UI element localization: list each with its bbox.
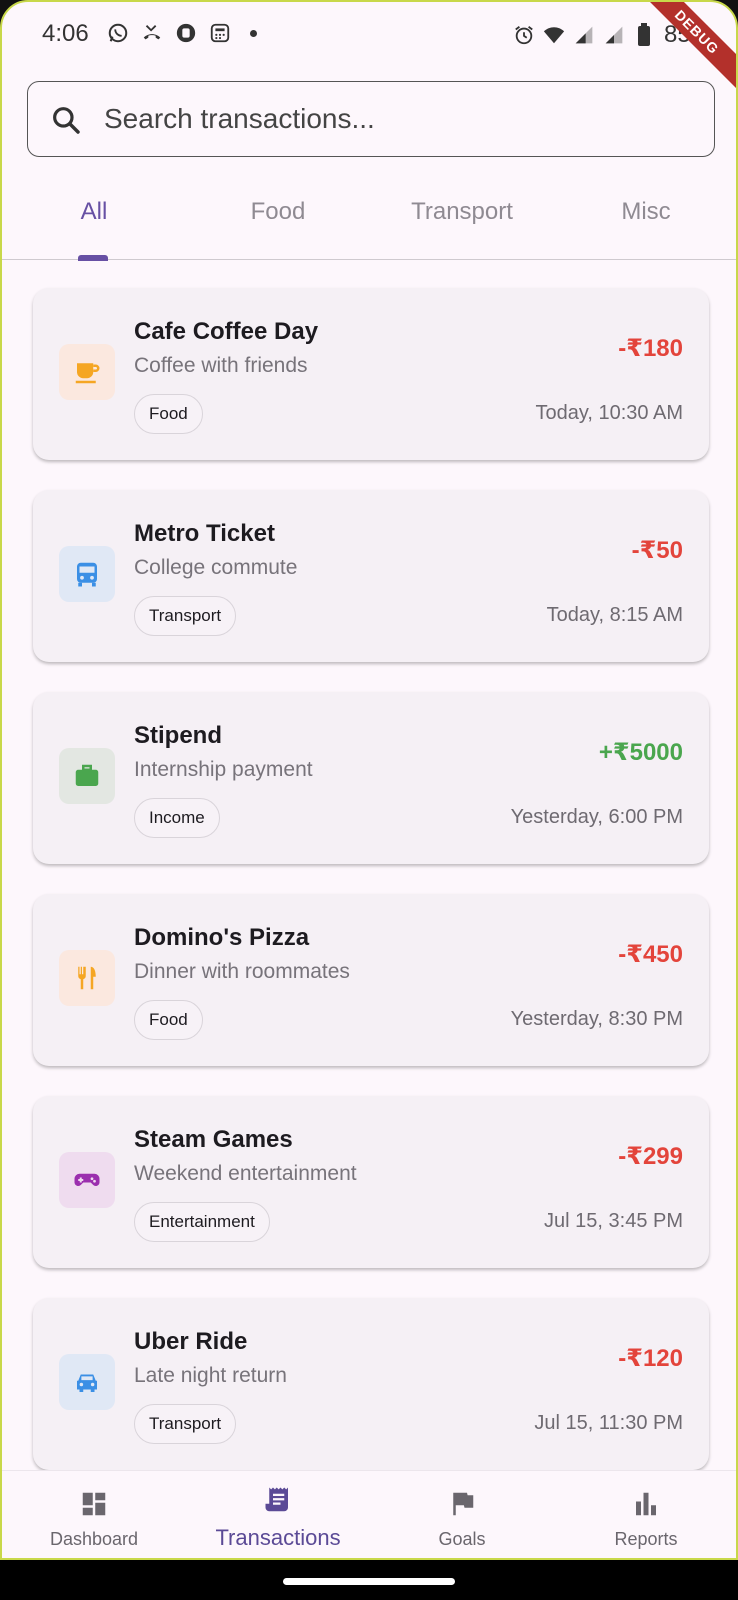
transaction-card-dominos-pizza[interactable]: Domino's Pizza Dinner with roommates Foo… — [33, 894, 709, 1066]
transaction-amount: -₹180 — [618, 335, 683, 362]
transaction-title: Stipend — [134, 722, 222, 749]
category-icon-box — [59, 1354, 115, 1410]
transaction-description: Coffee with friends — [134, 354, 308, 377]
calculator-icon — [208, 21, 232, 45]
tab-label: All — [80, 198, 108, 225]
nav-label: Reports — [614, 1529, 678, 1549]
wifi-icon — [542, 23, 566, 47]
transaction-card-stipend[interactable]: Stipend Internship payment Income +₹5000… — [33, 692, 709, 864]
category-icon-box — [59, 546, 115, 602]
category-chip: Income — [134, 798, 220, 838]
search-input[interactable] — [104, 96, 694, 142]
signal-icon — [572, 23, 596, 47]
transaction-card-steam-games[interactable]: Steam Games Weekend entertainment Entert… — [33, 1096, 709, 1268]
category-icon-box — [59, 1152, 115, 1208]
category-tabs: All Food Transport Misc — [2, 180, 736, 261]
transaction-time: Yesterday, 8:30 PM — [510, 1008, 683, 1030]
tab-transport[interactable]: Transport — [370, 180, 554, 260]
category-icon-box — [59, 950, 115, 1006]
bottom-navigation: Dashboard Transactions Goals Reports — [2, 1470, 736, 1558]
dashboard-icon — [82, 1492, 106, 1516]
transaction-description: Late night return — [134, 1364, 287, 1387]
category-chip: Food — [134, 1000, 203, 1040]
transaction-amount: -₹50 — [631, 537, 683, 564]
search-bar[interactable] — [27, 81, 715, 157]
transaction-card-metro-ticket[interactable]: Metro Ticket College commute Transport -… — [33, 490, 709, 662]
transaction-amount: -₹299 — [618, 1143, 683, 1170]
transaction-list[interactable]: Cafe Coffee Day Coffee with friends Food… — [2, 260, 736, 1470]
transaction-time: Jul 15, 3:45 PM — [544, 1210, 683, 1232]
category-chip: Transport — [134, 596, 237, 636]
receipt-icon — [265, 1487, 288, 1512]
transaction-description: Dinner with roommates — [134, 960, 350, 983]
flag-icon — [453, 1492, 474, 1516]
tab-food[interactable]: Food — [186, 180, 370, 260]
whatsapp-icon — [106, 21, 130, 45]
transaction-amount: -₹450 — [618, 941, 683, 968]
nav-goals[interactable]: Goals — [370, 1471, 554, 1558]
briefcase-icon — [75, 764, 99, 786]
nav-transactions[interactable]: Transactions — [186, 1471, 370, 1558]
category-icon-box — [59, 344, 115, 400]
transaction-card-cafe-coffee-day[interactable]: Cafe Coffee Day Coffee with friends Food… — [33, 288, 709, 460]
transaction-title: Uber Ride — [134, 1328, 248, 1355]
app-notification-icon — [174, 21, 198, 45]
more-notifications-dot — [250, 29, 257, 37]
tab-misc[interactable]: Misc — [554, 180, 736, 260]
tab-label: Misc — [621, 198, 671, 225]
transaction-title: Steam Games — [134, 1126, 293, 1153]
transaction-title: Cafe Coffee Day — [134, 318, 319, 345]
category-icon-box — [59, 748, 115, 804]
nav-label: Transactions — [215, 1525, 341, 1550]
transaction-title: Domino's Pizza — [134, 924, 310, 951]
nav-label: Dashboard — [49, 1529, 139, 1549]
transaction-card-uber-ride[interactable]: Uber Ride Late night return Transport -₹… — [33, 1298, 709, 1470]
status-bar: 4:06 DEBUG — [2, 2, 736, 94]
transaction-amount: +₹5000 — [598, 739, 683, 766]
transaction-time: Jul 15, 11:30 PM — [534, 1412, 683, 1434]
restaurant-icon — [78, 966, 96, 990]
transaction-title: Metro Ticket — [134, 520, 275, 547]
alarm-icon — [512, 23, 536, 47]
coffee-icon — [75, 363, 100, 384]
bar-chart-icon — [636, 1492, 656, 1516]
transaction-description: Internship payment — [134, 758, 313, 781]
tab-label: Transport — [411, 198, 513, 225]
category-chip: Entertainment — [134, 1202, 270, 1242]
battery-icon — [632, 23, 656, 47]
gamepad-icon — [74, 1173, 100, 1186]
car-icon — [77, 1374, 97, 1392]
status-time: 4:06 — [42, 20, 89, 47]
transaction-description: Weekend entertainment — [134, 1162, 357, 1185]
tab-all[interactable]: All — [2, 180, 186, 261]
home-indicator[interactable] — [283, 1578, 455, 1585]
category-chip: Transport — [134, 1404, 237, 1444]
nav-dashboard[interactable]: Dashboard — [2, 1471, 186, 1558]
tab-label: Food — [250, 198, 306, 225]
category-chip: Food — [134, 394, 203, 434]
transaction-description: College commute — [134, 556, 298, 579]
missed-call-icon — [140, 21, 164, 45]
nav-label: Goals — [438, 1529, 486, 1549]
signal-2-icon — [602, 23, 626, 47]
transaction-time: Today, 10:30 AM — [535, 402, 684, 424]
transaction-time: Yesterday, 6:00 PM — [510, 806, 683, 828]
bus-icon — [77, 562, 97, 587]
transaction-amount: -₹120 — [618, 1345, 683, 1372]
app-screen: 4:06 DEBUG Search transactions... All Fo… — [0, 0, 738, 1560]
transaction-time: Today, 8:15 AM — [546, 604, 683, 626]
search-icon — [53, 107, 80, 134]
nav-reports[interactable]: Reports — [554, 1471, 736, 1558]
